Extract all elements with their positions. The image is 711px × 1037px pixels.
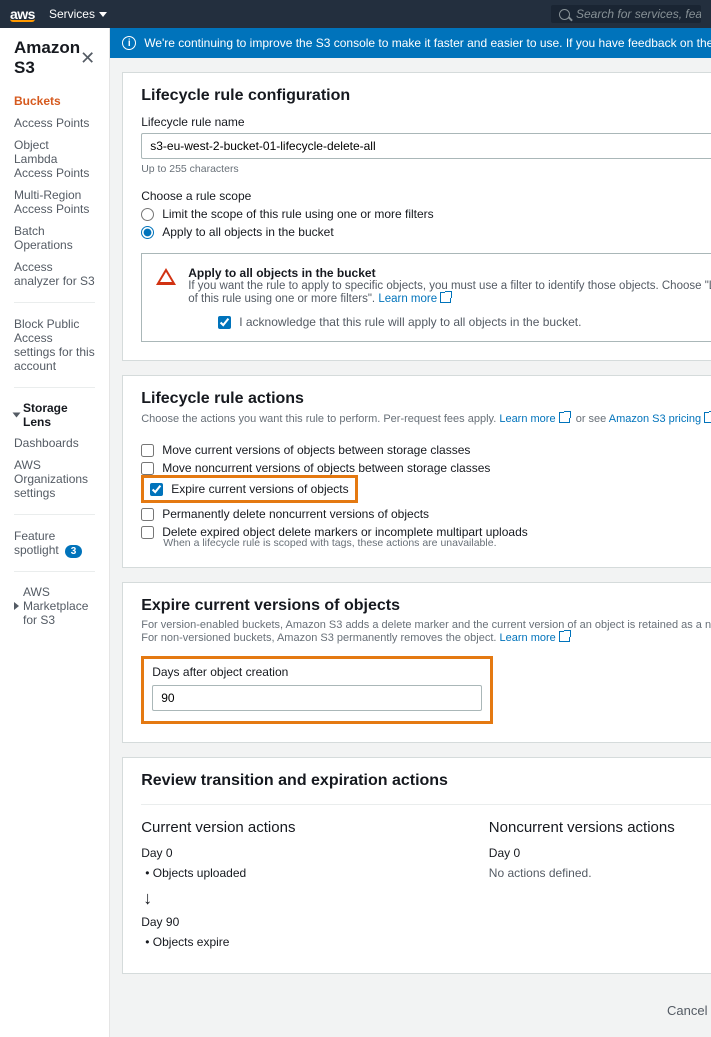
col-title: Noncurrent versions actions <box>489 819 711 836</box>
ack-checkbox[interactable] <box>218 316 231 329</box>
sidebar-group-marketplace[interactable]: AWS Marketplace for S3 <box>14 582 95 630</box>
panel-title: Lifecycle rule configuration <box>141 87 711 105</box>
learn-more-link[interactable]: Learn more <box>500 632 570 644</box>
cancel-button[interactable]: Cancel <box>667 1003 707 1018</box>
panel-lifecycle-actions: Lifecycle rule actions Choose the action… <box>122 375 711 568</box>
aws-logo[interactable]: aws <box>10 6 35 22</box>
panel-review: Review transition and expiration actions… <box>122 757 711 974</box>
arrow-down-icon: ↓ <box>143 888 459 909</box>
badge: 3 <box>65 545 83 558</box>
action-move-current[interactable]: Move current versions of objects between… <box>141 443 711 457</box>
highlight-expire-action: Expire current versions of objects <box>141 475 357 503</box>
scope-option-all[interactable]: Apply to all objects in the bucket <box>141 225 711 239</box>
sidebar-item-dashboards[interactable]: Dashboards <box>14 432 95 454</box>
pricing-link[interactable]: Amazon S3 pricing <box>609 413 711 425</box>
day-label: Day 0 <box>141 846 459 860</box>
external-link-icon <box>440 292 451 303</box>
actions-hint: When a lifecycle rule is scoped with tag… <box>163 537 711 549</box>
services-menu[interactable]: Services <box>49 7 107 21</box>
sidebar-item-buckets[interactable]: Buckets <box>14 90 95 112</box>
sidebar-item-batch-ops[interactable]: Batch Operations <box>14 220 95 256</box>
service-title: Amazon S3 <box>14 38 80 78</box>
sidebar-group-storage-lens[interactable]: Storage Lens <box>14 398 95 432</box>
rule-name-hint: Up to 255 characters <box>141 163 711 175</box>
warning-icon <box>156 268 176 285</box>
action-delete-noncurrent[interactable]: Permanently delete noncurrent versions o… <box>141 507 711 521</box>
action-move-noncurrent[interactable]: Move noncurrent versions of objects betw… <box>141 461 711 475</box>
days-label: Days after object creation <box>152 665 482 679</box>
sidebar-item-block-public[interactable]: Block Public Access settings for this ac… <box>14 313 95 377</box>
warning-box: Apply to all objects in the bucket If yo… <box>141 253 711 342</box>
panel-subtitle: For version-enabled buckets, Amazon S3 a… <box>141 619 711 644</box>
external-link-icon <box>559 631 570 642</box>
info-icon: i <box>122 36 136 50</box>
panel-expire: Expire current versions of objects For v… <box>122 582 711 743</box>
ack-label: I acknowledge that this rule will apply … <box>239 315 581 329</box>
sidebar-item-access-points[interactable]: Access Points <box>14 112 95 134</box>
warning-title: Apply to all objects in the bucket <box>188 266 375 280</box>
sidebar: Amazon S3 ✕ Buckets Access Points Object… <box>0 28 110 1037</box>
scope-label: Choose a rule scope <box>141 189 711 203</box>
learn-more-link[interactable]: Learn more <box>499 413 569 425</box>
action-item: Objects expire <box>145 935 459 949</box>
action-expire-current[interactable]: Expire current versions of objects <box>150 482 348 496</box>
external-link-icon <box>704 412 711 423</box>
col-title: Current version actions <box>141 819 459 836</box>
panel-lifecycle-config: Lifecycle rule configuration Lifecycle r… <box>122 72 711 361</box>
noncurrent-version-col: Noncurrent versions actions Day 0 No act… <box>489 819 711 955</box>
chevron-right-icon <box>14 602 19 610</box>
rule-name-input[interactable] <box>141 133 711 159</box>
day-label: Day 0 <box>489 846 711 860</box>
action-item: Objects uploaded <box>145 866 459 880</box>
search-icon <box>559 9 570 20</box>
sidebar-item-access-analyzer[interactable]: Access analyzer for S3 <box>14 256 95 292</box>
close-icon[interactable]: ✕ <box>80 49 95 67</box>
highlight-days-input: Days after object creation <box>141 656 493 724</box>
day-label: Day 90 <box>141 915 459 929</box>
sidebar-item-object-lambda[interactable]: Object Lambda Access Points <box>14 134 95 184</box>
panel-title: Expire current versions of objects <box>141 597 711 615</box>
rule-name-label: Lifecycle rule name <box>141 115 711 129</box>
global-search[interactable]: Search for services, features, mark <box>551 5 701 23</box>
panel-title: Lifecycle rule actions <box>141 390 711 408</box>
sidebar-item-feature-spotlight[interactable]: Feature spotlight3 <box>14 525 95 561</box>
no-actions: No actions defined. <box>489 866 711 880</box>
info-banner: i We're continuing to improve the S3 con… <box>110 28 711 58</box>
sidebar-item-multi-region[interactable]: Multi-Region Access Points <box>14 184 95 220</box>
external-link-icon <box>559 412 570 423</box>
learn-more-link[interactable]: Learn more <box>378 293 451 305</box>
panel-title: Review transition and expiration actions <box>141 772 711 790</box>
footer-actions: Cancel Create rule <box>110 984 711 1037</box>
chevron-down-icon <box>99 12 107 17</box>
days-input[interactable] <box>152 685 482 711</box>
global-nav: aws Services Search for services, featur… <box>0 0 711 28</box>
chevron-down-icon <box>13 413 21 418</box>
scope-option-filter[interactable]: Limit the scope of this rule using one o… <box>141 207 711 221</box>
main-content: i We're continuing to improve the S3 con… <box>110 28 711 1037</box>
current-version-col: Current version actions Day 0 Objects up… <box>141 819 459 955</box>
panel-subtitle: Choose the actions you want this rule to… <box>141 412 711 425</box>
sidebar-item-aws-orgs[interactable]: AWS Organizations settings <box>14 454 95 504</box>
